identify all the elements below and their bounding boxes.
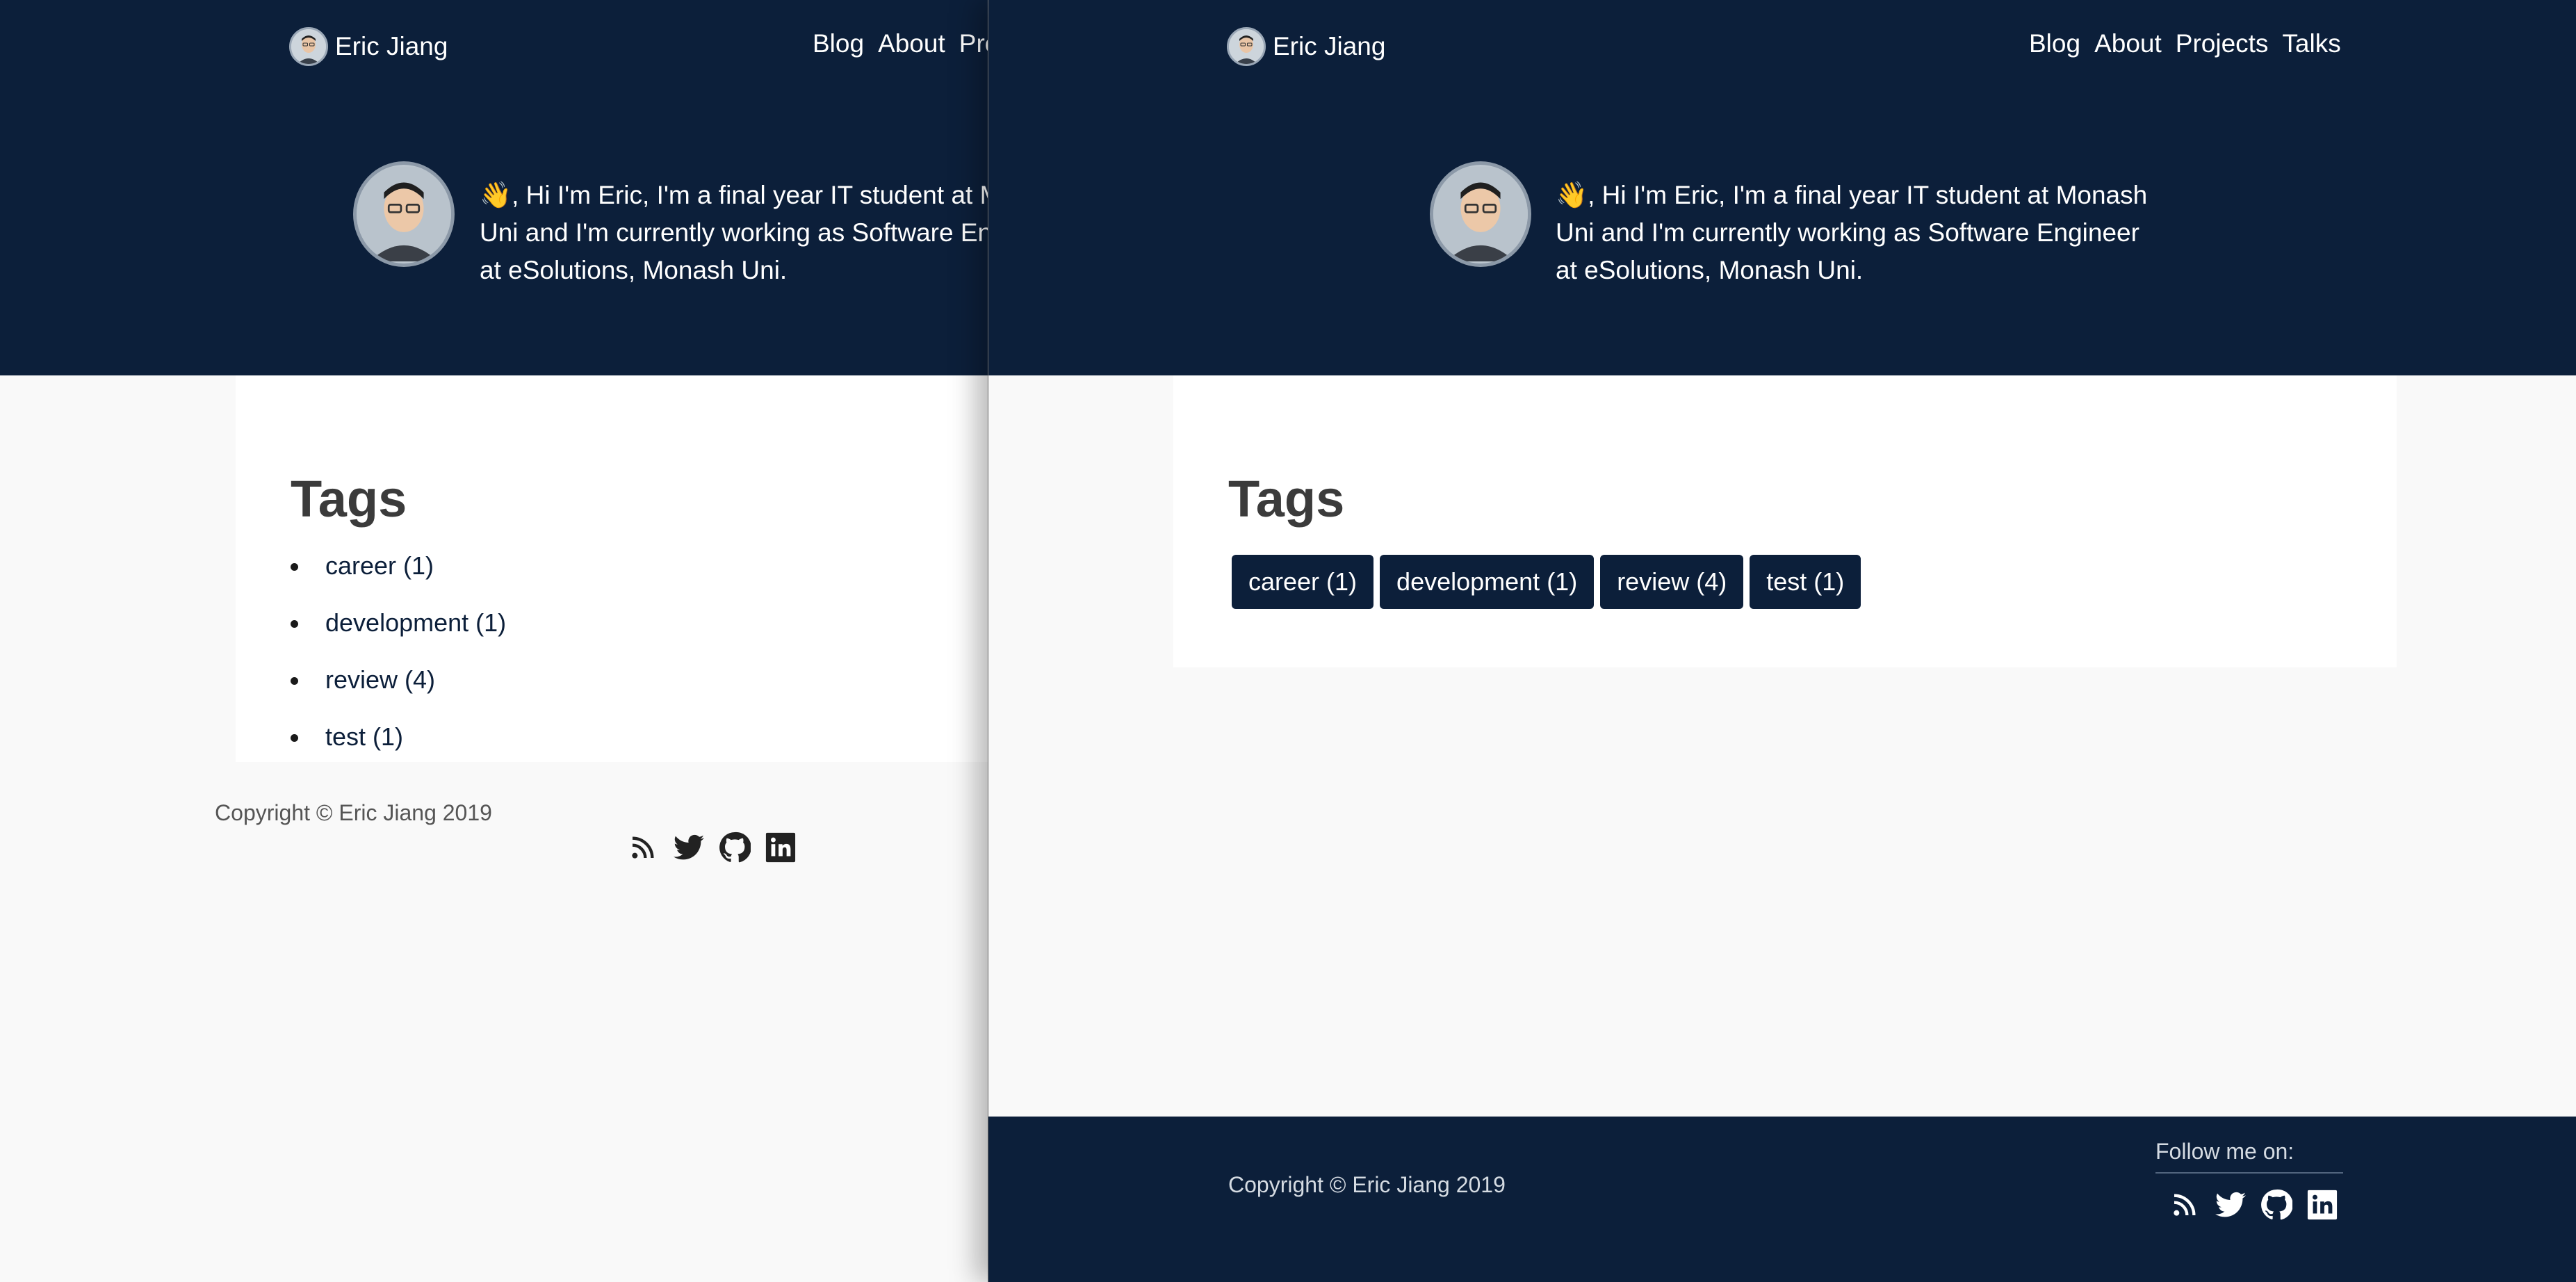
tag-badge-test[interactable]: test (1) [1750,555,1861,609]
rss-icon[interactable] [2167,1187,2202,1222]
copyright: Copyright © Eric Jiang 2019 [1228,1172,1506,1197]
nav-blog[interactable]: Blog [2029,29,2080,58]
github-icon[interactable] [2259,1187,2294,1222]
nav-about[interactable]: About [2094,29,2162,58]
twitter-icon[interactable] [2213,1187,2248,1222]
brand-name: Eric Jiang [335,32,448,60]
page-title: Tags [291,470,407,528]
copyright: Copyright © Eric Jiang 2019 [215,800,492,825]
follow-divider [2155,1172,2343,1174]
avatar [1227,27,1266,66]
social-links [2167,1187,2340,1222]
content-card [1173,375,2397,667]
nav-projects[interactable]: Pro [959,29,989,58]
waving-hand-icon: 👋 [1556,181,1588,209]
waving-hand-icon: 👋 [480,181,512,209]
after-panel: Eric Jiang Blog About Projects Talks 👋, … [988,0,2576,1282]
tag-link-development[interactable]: development (1) [291,608,506,665]
github-icon[interactable] [717,830,752,865]
profile-photo [353,161,455,267]
tag-badge-development[interactable]: development (1) [1380,555,1595,609]
nav-projects[interactable]: Projects [2176,29,2269,58]
brand-link[interactable]: Eric Jiang [289,25,448,68]
social-links [626,830,798,865]
nav-blog[interactable]: Blog [813,29,864,58]
intro-text: 👋, Hi I'm Eric, I'm a final year IT stud… [480,177,989,289]
tag-link-career[interactable]: career (1) [291,551,506,608]
tag-badges: career (1) development (1) review (4) te… [1232,555,1861,609]
intro-text: 👋, Hi I'm Eric, I'm a final year IT stud… [1556,177,2181,289]
brand-link[interactable]: Eric Jiang [1227,25,1385,68]
main-nav: Blog About Projects Talks [2029,29,2355,58]
linkedin-icon[interactable] [763,830,798,865]
follow-label: Follow me on: [2155,1139,2294,1164]
profile-photo [1430,161,1531,267]
nav-talks[interactable]: Talks [2282,29,2340,58]
page-title: Tags [1228,470,1345,528]
brand-name: Eric Jiang [1273,32,1386,60]
before-panel: Eric Jiang Blog About Pro 👋, Hi I'm Eric… [0,0,989,1282]
main-nav: Blog About Pro [813,29,989,58]
rss-icon[interactable] [626,830,660,865]
linkedin-icon[interactable] [2305,1187,2340,1222]
twitter-icon[interactable] [671,830,706,865]
tag-link-test[interactable]: test (1) [291,722,506,779]
tag-list: career (1) development (1) review (4) te… [291,551,506,779]
avatar [289,27,328,66]
tag-link-review[interactable]: review (4) [291,665,506,722]
nav-about[interactable]: About [878,29,945,58]
tag-badge-career[interactable]: career (1) [1232,555,1374,609]
tag-badge-review[interactable]: review (4) [1600,555,1744,609]
